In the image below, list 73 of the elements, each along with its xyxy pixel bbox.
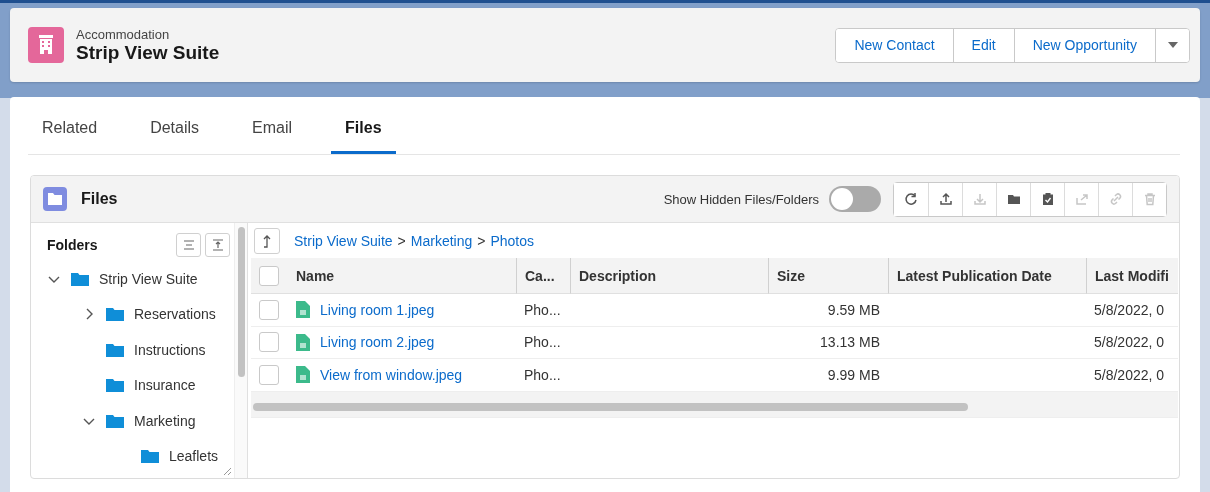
tab[interactable]: Details bbox=[136, 97, 214, 154]
expand-icon bbox=[211, 239, 224, 251]
refresh-icon bbox=[904, 192, 918, 206]
column-header[interactable]: Ca... bbox=[516, 258, 570, 294]
scrollbar-thumb[interactable] bbox=[253, 402, 968, 411]
breadcrumb-separator: > bbox=[397, 232, 406, 249]
tab[interactable]: Related bbox=[28, 97, 112, 154]
table-cell: Pho... bbox=[516, 326, 570, 359]
column-header[interactable]: Latest Publication Date bbox=[888, 258, 1086, 294]
upload-icon bbox=[938, 192, 953, 206]
trash-icon bbox=[1142, 192, 1157, 206]
breadcrumb-link[interactable]: Strip View Suite bbox=[294, 232, 393, 249]
files-title: Files bbox=[81, 190, 119, 208]
image-file-icon bbox=[296, 301, 310, 319]
breadcrumb-link[interactable]: Photos bbox=[490, 232, 534, 249]
folder-icon bbox=[1006, 192, 1021, 206]
download-icon bbox=[972, 192, 987, 206]
more-actions-button[interactable] bbox=[1155, 28, 1189, 62]
collapse-icon bbox=[182, 240, 195, 250]
toggle-label: Show Hidden Files/Folders bbox=[663, 191, 819, 207]
table-cell: 5/8/2022, 0 bbox=[1086, 359, 1178, 392]
column-header[interactable]: Size bbox=[768, 258, 888, 294]
expand-all-button[interactable] bbox=[205, 233, 230, 257]
caret-down-icon bbox=[1166, 41, 1179, 49]
image-file-icon bbox=[296, 366, 310, 384]
table-cell: 13.13 MB bbox=[768, 326, 888, 359]
file-link[interactable]: Living room 1.jpeg bbox=[320, 301, 435, 318]
column-header[interactable]: Name bbox=[288, 258, 516, 294]
folder-icon bbox=[106, 307, 124, 322]
folder-name[interactable]: Marketing bbox=[134, 412, 196, 429]
folder-icon bbox=[106, 342, 124, 357]
row-checkbox[interactable] bbox=[259, 299, 279, 320]
column-header[interactable]: Last Modifi bbox=[1086, 258, 1178, 294]
files-icon bbox=[43, 187, 67, 211]
table-cell: Pho... bbox=[516, 359, 570, 392]
row-checkbox[interactable] bbox=[259, 364, 279, 385]
folder-name[interactable]: Leaflets bbox=[169, 448, 219, 465]
row-checkbox[interactable] bbox=[259, 332, 279, 353]
select-all-checkbox[interactable] bbox=[259, 265, 279, 286]
collapse-all-button[interactable] bbox=[176, 233, 201, 257]
up-arrow-icon bbox=[261, 233, 273, 248]
folder-icon bbox=[106, 413, 124, 428]
record-title: Strip View Suite bbox=[76, 41, 221, 64]
file-link[interactable]: Living room 2.jpeg bbox=[320, 334, 435, 351]
folder-name[interactable]: Reservations bbox=[134, 306, 216, 323]
table-cell: 9.99 MB bbox=[768, 359, 888, 392]
share-icon bbox=[1074, 192, 1089, 206]
resize-grip-icon[interactable] bbox=[222, 466, 232, 476]
folder-icon bbox=[141, 449, 159, 464]
column-header[interactable]: Description bbox=[570, 258, 768, 294]
up-folder-button[interactable] bbox=[254, 227, 280, 254]
breadcrumb-separator: > bbox=[477, 232, 486, 249]
table-cell: 5/8/2022, 0 bbox=[1086, 326, 1178, 359]
file-link[interactable]: View from window.jpeg bbox=[320, 366, 463, 383]
table-cell: 9.59 MB bbox=[768, 294, 888, 327]
tab[interactable]: Files bbox=[331, 97, 396, 154]
table-cell: Pho... bbox=[516, 294, 570, 327]
link-icon bbox=[1108, 192, 1123, 206]
table-cell: 5/8/2022, 0 bbox=[1086, 294, 1178, 327]
scrollbar-thumb[interactable] bbox=[238, 227, 245, 377]
record-type: Accommodation bbox=[76, 26, 171, 42]
folder-name[interactable]: Strip View Suite bbox=[99, 270, 198, 287]
clipboard-check-icon bbox=[1040, 192, 1055, 206]
breadcrumb-link[interactable]: Marketing bbox=[410, 232, 473, 249]
hidden-files-switch[interactable] bbox=[829, 186, 881, 212]
tab[interactable]: Email bbox=[238, 97, 307, 154]
building-icon bbox=[28, 27, 64, 63]
folder-icon bbox=[71, 271, 89, 286]
folder-name[interactable]: Insurance bbox=[134, 377, 196, 394]
folder-name[interactable]: Instructions bbox=[134, 341, 206, 358]
folders-heading: Folders bbox=[47, 237, 99, 253]
folder-icon bbox=[106, 378, 124, 393]
image-file-icon bbox=[296, 333, 310, 351]
